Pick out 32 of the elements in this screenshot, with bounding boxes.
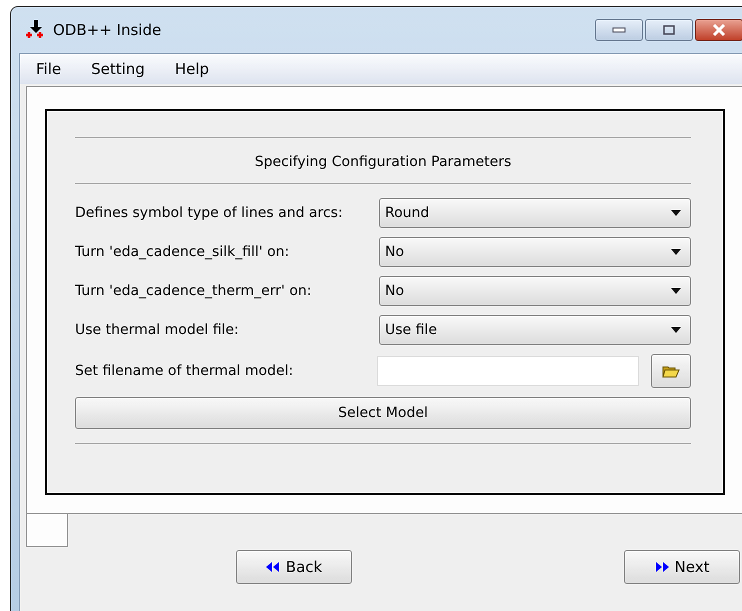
field-label: Turn 'eda_cadence_silk_fill' on: bbox=[75, 244, 290, 260]
dropdown[interactable]: Use file bbox=[379, 315, 691, 345]
dropdown[interactable]: Round bbox=[379, 198, 691, 228]
browse-button[interactable] bbox=[651, 354, 691, 388]
input-field[interactable] bbox=[377, 356, 639, 386]
caret-icon bbox=[671, 249, 681, 255]
close-button[interactable] bbox=[695, 19, 742, 41]
back-button[interactable]: Back bbox=[236, 550, 352, 584]
section-title: Specifying Configuration Parameters bbox=[254, 153, 512, 172]
dropdown[interactable]: No bbox=[379, 276, 691, 306]
caret-icon bbox=[671, 288, 681, 294]
menu-item[interactable]: File bbox=[34, 60, 64, 78]
fast-forward-icon bbox=[654, 562, 669, 572]
caret-icon bbox=[671, 210, 681, 216]
dropdown[interactable]: No bbox=[379, 237, 691, 267]
minimize-button[interactable] bbox=[595, 19, 643, 41]
folder-icon bbox=[662, 364, 680, 378]
field-label: Defines symbol type of lines and arcs: bbox=[75, 205, 344, 221]
minimize-icon bbox=[612, 27, 626, 33]
field-label: Turn 'eda_cadence_therm_err' on: bbox=[75, 283, 312, 299]
next-button[interactable]: Next bbox=[624, 550, 740, 584]
field-label: Use thermal model file: bbox=[75, 322, 240, 338]
close-icon bbox=[711, 24, 727, 36]
maximize-icon bbox=[663, 25, 675, 35]
window-title: ODB++ Inside bbox=[53, 21, 162, 39]
field-label: Set filename of thermal model: bbox=[75, 363, 294, 379]
maximize-button[interactable] bbox=[645, 19, 693, 41]
caret-icon bbox=[671, 327, 681, 333]
select-model-button[interactable]: Select Model bbox=[75, 397, 691, 429]
menu-item[interactable]: Help bbox=[172, 60, 212, 78]
menu-item[interactable]: Setting bbox=[89, 60, 147, 78]
rewind-icon bbox=[266, 562, 280, 572]
